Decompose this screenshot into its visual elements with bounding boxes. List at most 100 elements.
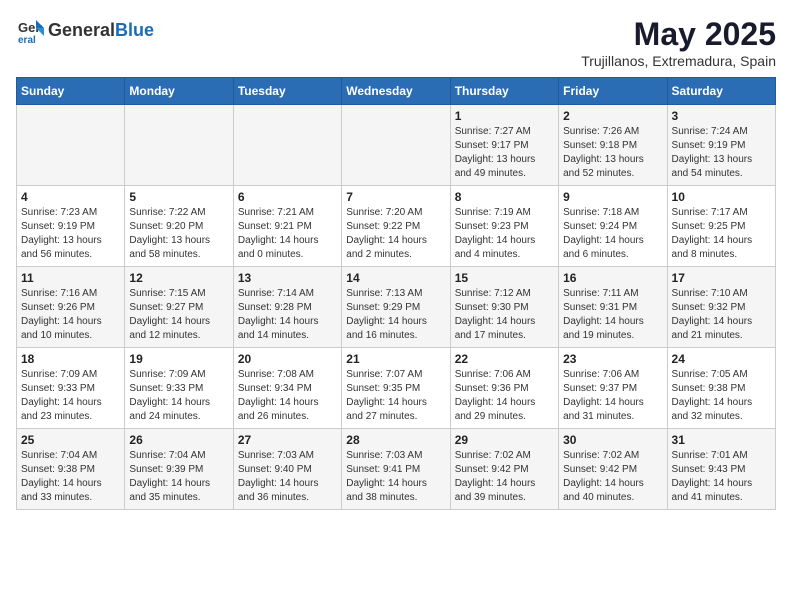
calendar-cell <box>233 105 341 186</box>
calendar-cell <box>17 105 125 186</box>
day-info: Sunrise: 7:03 AM Sunset: 9:40 PM Dayligh… <box>238 449 337 505</box>
day-info: Sunrise: 7:06 AM Sunset: 9:36 PM Dayligh… <box>455 368 554 424</box>
day-info: Sunrise: 7:18 AM Sunset: 9:24 PM Dayligh… <box>563 206 662 262</box>
calendar-week-row: 25Sunrise: 7:04 AM Sunset: 9:38 PM Dayli… <box>17 429 776 510</box>
day-number: 7 <box>346 190 445 204</box>
calendar-cell: 31Sunrise: 7:01 AM Sunset: 9:43 PM Dayli… <box>667 429 775 510</box>
logo-icon: Gen eral <box>16 16 44 44</box>
calendar-cell <box>125 105 233 186</box>
calendar-cell: 1 Sunrise: 7:27 AM Sunset: 9:17 PM Daylig… <box>450 105 558 186</box>
day-info: Sunrise: 7:26 AM Sunset: 9:18 PM Dayligh… <box>563 125 662 181</box>
calendar-cell: 13 Sunrise: 7:14 AM Sunset: 9:28 PM Dayli… <box>233 267 341 348</box>
day-info: Sunrise: 7:02 AM Sunset: 9:42 PM Dayligh… <box>563 449 662 505</box>
day-info: Sunrise: 7:01 AM Sunset: 9:43 PM Dayligh… <box>672 449 771 505</box>
day-info: Sunrise: 7:24 AM Sunset: 9:19 PM Dayligh… <box>672 125 771 181</box>
day-info: Sunrise: 7:04 AM Sunset: 9:39 PM Dayligh… <box>129 449 228 505</box>
calendar-cell: 10Sunrise: 7:17 AM Sunset: 9:25 PM Dayli… <box>667 186 775 267</box>
day-info: Sunrise: 7:14 AM Sunset: 9:28 PM Dayligh… <box>238 287 337 343</box>
day-info: Sunrise: 7:21 AM Sunset: 9:21 PM Dayligh… <box>238 206 337 262</box>
day-number: 2 <box>563 109 662 123</box>
calendar-cell: 9Sunrise: 7:18 AM Sunset: 9:24 PM Daylig… <box>559 186 667 267</box>
calendar-cell: 21 Sunrise: 7:07 AM Sunset: 9:35 PM Dayli… <box>342 348 450 429</box>
calendar-cell: 29 Sunrise: 7:02 AM Sunset: 9:42 PM Dayli… <box>450 429 558 510</box>
calendar-cell: 19 Sunrise: 7:09 AM Sunset: 9:33 PM Dayli… <box>125 348 233 429</box>
day-number: 24 <box>672 352 771 366</box>
main-title: May 2025 <box>581 16 776 53</box>
calendar-cell: 3 Sunrise: 7:24 AM Sunset: 9:19 PM Daylig… <box>667 105 775 186</box>
day-number: 26 <box>129 433 228 447</box>
day-number: 21 <box>346 352 445 366</box>
day-info: Sunrise: 7:16 AM Sunset: 9:26 PM Dayligh… <box>21 287 120 343</box>
calendar-cell: 14 Sunrise: 7:13 AM Sunset: 9:29 PM Dayli… <box>342 267 450 348</box>
calendar-cell: 26 Sunrise: 7:04 AM Sunset: 9:39 PM Dayli… <box>125 429 233 510</box>
page-header: Gen eral GeneralBlue May 2025 Trujillano… <box>16 16 776 69</box>
calendar-cell: 6 Sunrise: 7:21 AM Sunset: 9:21 PM Daylig… <box>233 186 341 267</box>
day-info: Sunrise: 7:10 AM Sunset: 9:32 PM Dayligh… <box>672 287 771 343</box>
calendar-cell: 4Sunrise: 7:23 AM Sunset: 9:19 PM Daylig… <box>17 186 125 267</box>
day-info: Sunrise: 7:27 AM Sunset: 9:17 PM Dayligh… <box>455 125 554 181</box>
day-number: 17 <box>672 271 771 285</box>
calendar-cell: 22 Sunrise: 7:06 AM Sunset: 9:36 PM Dayli… <box>450 348 558 429</box>
day-info: Sunrise: 7:09 AM Sunset: 9:33 PM Dayligh… <box>129 368 228 424</box>
day-number: 25 <box>21 433 120 447</box>
calendar-cell: 27 Sunrise: 7:03 AM Sunset: 9:40 PM Dayli… <box>233 429 341 510</box>
calendar-week-row: 1 Sunrise: 7:27 AM Sunset: 9:17 PM Daylig… <box>17 105 776 186</box>
day-header-wednesday: Wednesday <box>342 78 450 105</box>
day-info: Sunrise: 7:02 AM Sunset: 9:42 PM Dayligh… <box>455 449 554 505</box>
calendar-cell: 16Sunrise: 7:11 AM Sunset: 9:31 PM Dayli… <box>559 267 667 348</box>
day-header-tuesday: Tuesday <box>233 78 341 105</box>
svg-text:eral: eral <box>18 35 36 44</box>
calendar-week-row: 11 Sunrise: 7:16 AM Sunset: 9:26 PM Dayli… <box>17 267 776 348</box>
day-info: Sunrise: 7:13 AM Sunset: 9:29 PM Dayligh… <box>346 287 445 343</box>
calendar-header-row: SundayMondayTuesdayWednesdayThursdayFrid… <box>17 78 776 105</box>
day-header-thursday: Thursday <box>450 78 558 105</box>
day-info: Sunrise: 7:07 AM Sunset: 9:35 PM Dayligh… <box>346 368 445 424</box>
day-number: 30 <box>563 433 662 447</box>
day-number: 27 <box>238 433 337 447</box>
day-info: Sunrise: 7:03 AM Sunset: 9:41 PM Dayligh… <box>346 449 445 505</box>
day-number: 15 <box>455 271 554 285</box>
day-header-sunday: Sunday <box>17 78 125 105</box>
day-info: Sunrise: 7:11 AM Sunset: 9:31 PM Dayligh… <box>563 287 662 343</box>
title-area: May 2025 Trujillanos, Extremadura, Spain <box>581 16 776 69</box>
day-info: Sunrise: 7:17 AM Sunset: 9:25 PM Dayligh… <box>672 206 771 262</box>
calendar-cell: 28Sunrise: 7:03 AM Sunset: 9:41 PM Dayli… <box>342 429 450 510</box>
logo-text-blue: Blue <box>115 20 154 40</box>
calendar-cell: 30 Sunrise: 7:02 AM Sunset: 9:42 PM Dayli… <box>559 429 667 510</box>
day-number: 11 <box>21 271 120 285</box>
sub-title: Trujillanos, Extremadura, Spain <box>581 53 776 69</box>
logo-text-general: General <box>48 20 115 40</box>
day-number: 1 <box>455 109 554 123</box>
day-info: Sunrise: 7:23 AM Sunset: 9:19 PM Dayligh… <box>21 206 120 262</box>
day-number: 3 <box>672 109 771 123</box>
day-number: 5 <box>129 190 228 204</box>
day-number: 18 <box>21 352 120 366</box>
calendar-cell: 18Sunrise: 7:09 AM Sunset: 9:33 PM Dayli… <box>17 348 125 429</box>
day-header-friday: Friday <box>559 78 667 105</box>
day-header-monday: Monday <box>125 78 233 105</box>
day-info: Sunrise: 7:20 AM Sunset: 9:22 PM Dayligh… <box>346 206 445 262</box>
day-info: Sunrise: 7:08 AM Sunset: 9:34 PM Dayligh… <box>238 368 337 424</box>
calendar-cell: 7 Sunrise: 7:20 AM Sunset: 9:22 PM Daylig… <box>342 186 450 267</box>
calendar-week-row: 4Sunrise: 7:23 AM Sunset: 9:19 PM Daylig… <box>17 186 776 267</box>
logo: Gen eral GeneralBlue <box>16 16 154 44</box>
day-number: 6 <box>238 190 337 204</box>
calendar-table: SundayMondayTuesdayWednesdayThursdayFrid… <box>16 77 776 510</box>
day-number: 20 <box>238 352 337 366</box>
day-number: 12 <box>129 271 228 285</box>
calendar-cell: 15Sunrise: 7:12 AM Sunset: 9:30 PM Dayli… <box>450 267 558 348</box>
day-number: 22 <box>455 352 554 366</box>
day-number: 13 <box>238 271 337 285</box>
calendar-cell: 23Sunrise: 7:06 AM Sunset: 9:37 PM Dayli… <box>559 348 667 429</box>
calendar-cell: 5 Sunrise: 7:22 AM Sunset: 9:20 PM Daylig… <box>125 186 233 267</box>
day-info: Sunrise: 7:22 AM Sunset: 9:20 PM Dayligh… <box>129 206 228 262</box>
calendar-cell: 24Sunrise: 7:05 AM Sunset: 9:38 PM Dayli… <box>667 348 775 429</box>
day-info: Sunrise: 7:19 AM Sunset: 9:23 PM Dayligh… <box>455 206 554 262</box>
day-number: 19 <box>129 352 228 366</box>
calendar-cell <box>342 105 450 186</box>
day-number: 29 <box>455 433 554 447</box>
calendar-cell: 25Sunrise: 7:04 AM Sunset: 9:38 PM Dayli… <box>17 429 125 510</box>
day-number: 14 <box>346 271 445 285</box>
calendar-cell: 8Sunrise: 7:19 AM Sunset: 9:23 PM Daylig… <box>450 186 558 267</box>
calendar-cell: 11 Sunrise: 7:16 AM Sunset: 9:26 PM Dayli… <box>17 267 125 348</box>
